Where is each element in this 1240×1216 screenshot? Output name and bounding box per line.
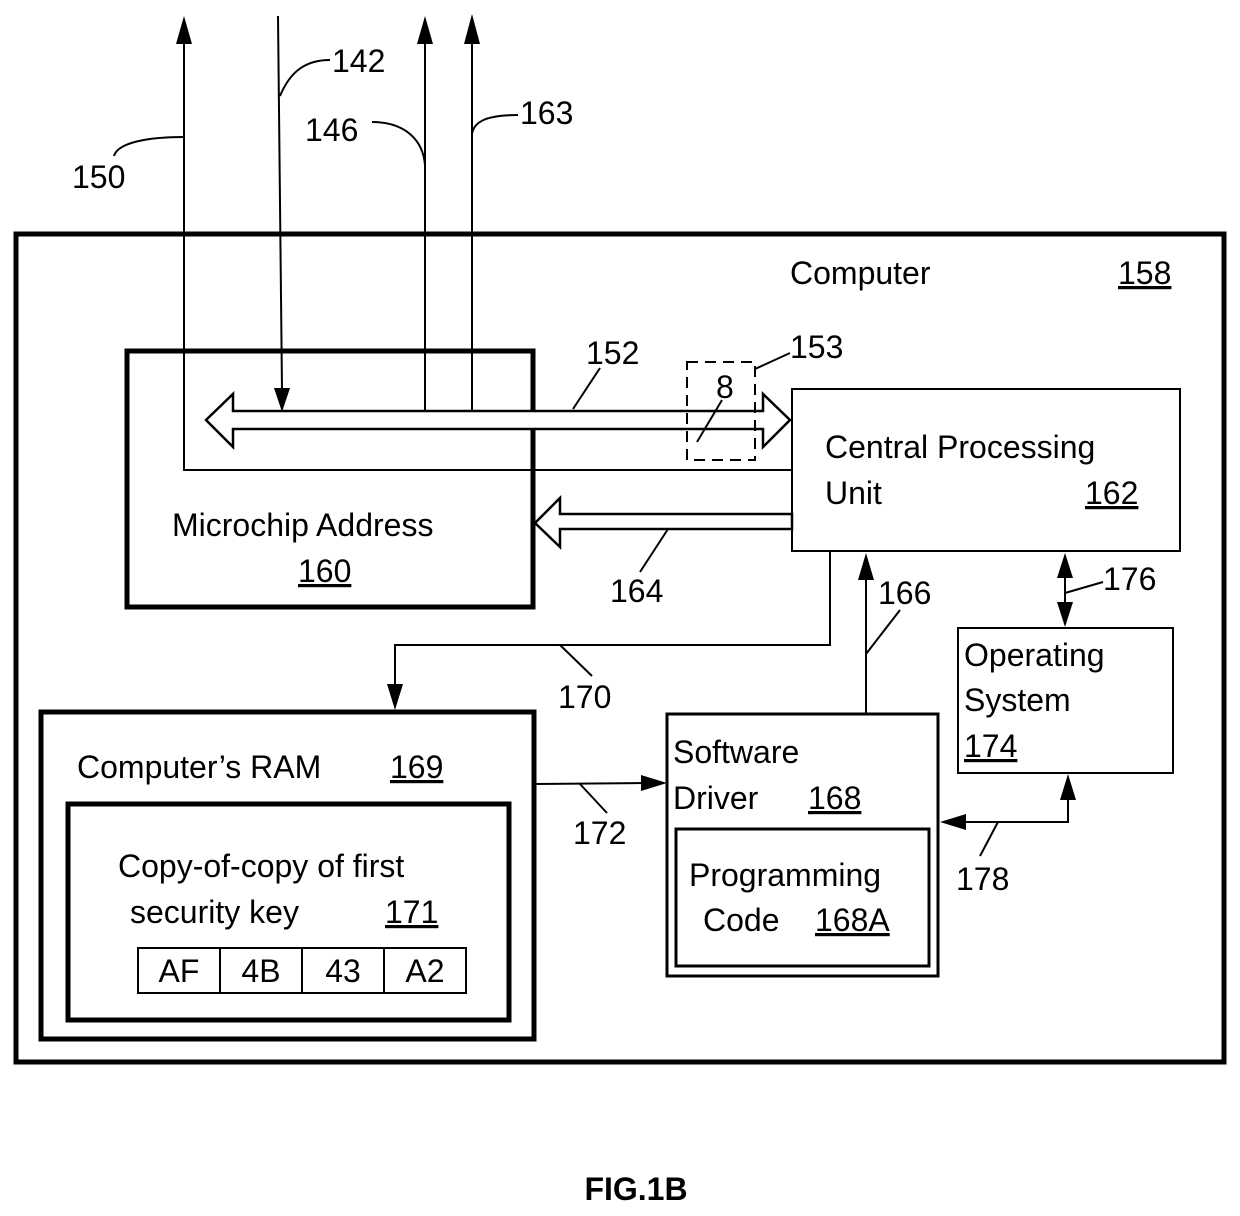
ram-label: Computer’s RAM	[77, 749, 321, 785]
microchip-ref: 160	[298, 553, 351, 589]
os-label-line2: System	[964, 682, 1071, 718]
ram-ref: 169	[390, 749, 443, 785]
security-key-label-line2: security key	[130, 894, 299, 930]
code-label-line2: Code	[703, 902, 780, 938]
ref-163: 163	[520, 95, 573, 131]
ref-170: 170	[558, 679, 611, 715]
computer-ref: 158	[1118, 255, 1171, 291]
figure-caption: FIG.1B	[584, 1171, 687, 1207]
ref-172: 172	[573, 815, 626, 851]
patent-diagram: Computer 158 Microchip Address 160 150 1…	[13, 14, 1227, 1207]
driver-label-line1: Software	[673, 734, 799, 770]
bus-width-value: 8	[716, 369, 734, 405]
cpu-label-line2: Unit	[825, 475, 882, 511]
driver-label-line2: Driver	[673, 780, 759, 816]
code-label-line1: Programming	[689, 857, 881, 893]
cpu-box	[791, 388, 1181, 552]
cpu-label-line1: Central Processing	[825, 429, 1095, 465]
ref-142: 142	[332, 43, 385, 79]
ref-166: 166	[878, 575, 931, 611]
key-byte: 4B	[241, 953, 280, 989]
key-bytes: AF 4B 43 A2	[137, 947, 467, 994]
microchip-label: Microchip Address	[172, 507, 433, 543]
code-ref: 168A	[815, 902, 890, 938]
driver-ref: 168	[808, 780, 861, 816]
ref-152: 152	[586, 335, 639, 371]
key-byte: AF	[159, 953, 200, 989]
os-label-line1: Operating	[964, 637, 1105, 673]
computer-label: Computer	[790, 255, 931, 291]
ref-150: 150	[72, 159, 125, 195]
cpu-ref: 162	[1085, 475, 1138, 511]
security-key-label-line1: Copy-of-copy of first	[118, 848, 404, 884]
ref-176: 176	[1103, 561, 1156, 597]
security-key-ref: 171	[385, 894, 438, 930]
ref-178: 178	[956, 861, 1009, 897]
key-byte: 43	[325, 953, 361, 989]
ref-153: 153	[790, 329, 843, 365]
os-ref: 174	[964, 728, 1017, 764]
key-byte: A2	[405, 953, 444, 989]
ref-164: 164	[610, 573, 663, 609]
ref-146: 146	[305, 112, 358, 148]
